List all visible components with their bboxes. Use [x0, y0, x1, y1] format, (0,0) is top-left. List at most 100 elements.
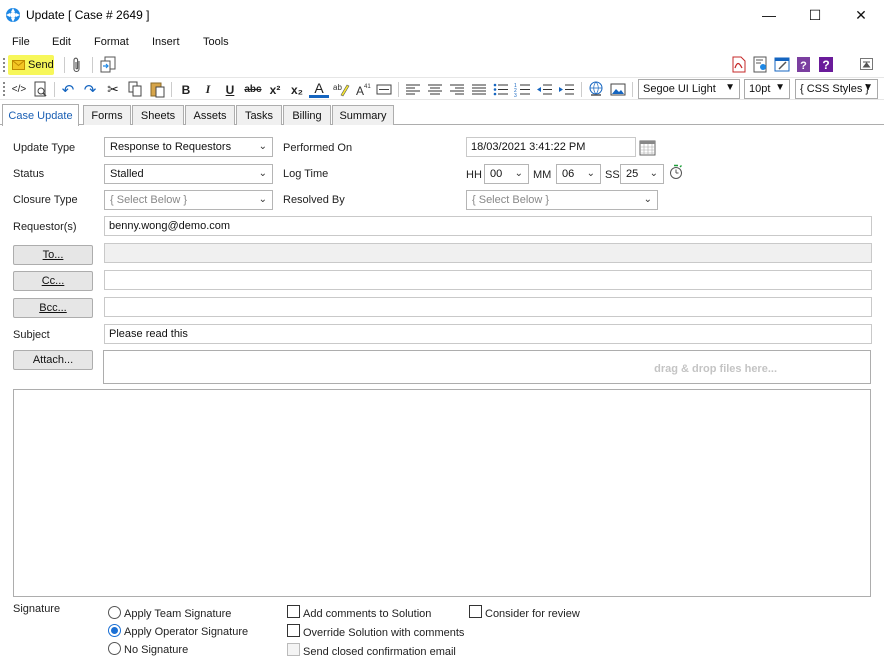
override-solution-label: Override Solution with comments [303, 627, 465, 639]
tab-billing[interactable]: Billing [283, 105, 331, 125]
strikethrough-icon[interactable]: abc [243, 80, 263, 99]
justify-icon[interactable] [469, 80, 489, 99]
bcc-button[interactable]: Bcc... [13, 298, 93, 318]
tab-assets[interactable]: Assets [185, 105, 235, 125]
css-styles-select[interactable]: { CSS Styles } ▼ [795, 79, 878, 99]
italic-icon[interactable]: I [198, 80, 218, 99]
checkbox-override-solution[interactable] [287, 624, 300, 637]
font-size-icon[interactable]: A 41 [353, 80, 373, 99]
font-size-value: 10pt [749, 83, 771, 95]
paste-icon[interactable] [148, 80, 168, 99]
radio-team-signature[interactable] [108, 606, 121, 619]
attachment-dropzone[interactable]: drag & drop files here... [103, 350, 871, 384]
indent-icon[interactable] [557, 80, 577, 99]
tab-sheets[interactable]: Sheets [132, 105, 184, 125]
toolbar-separator [171, 82, 172, 97]
bullet-list-icon[interactable] [491, 80, 511, 99]
cut-icon[interactable]: ✂ [103, 80, 123, 99]
closure-type-select[interactable]: { Select Below } ⌄ [104, 190, 273, 210]
tab-case-update[interactable]: Case Update [2, 104, 79, 126]
menu-insert[interactable]: Insert [152, 36, 180, 48]
subject-field[interactable]: Please read this [104, 324, 872, 344]
align-center-icon[interactable] [425, 80, 445, 99]
cc-field[interactable] [104, 270, 872, 290]
resolved-by-select[interactable]: { Select Below } ⌄ [466, 190, 658, 210]
menu-bar: File Edit Format Insert Tools [0, 33, 884, 53]
numbered-list-icon[interactable]: 1 2 3 [513, 80, 533, 99]
svg-text:3: 3 [514, 93, 517, 99]
toolbar-separator [64, 57, 65, 73]
calendar-icon[interactable] [639, 139, 656, 156]
toolbar-separator [54, 82, 55, 97]
font-color-icon[interactable]: A [309, 80, 329, 98]
knowledge-icon[interactable] [753, 56, 769, 73]
font-family-select[interactable]: Segoe UI Light ▼ [638, 79, 740, 99]
performed-on-label: Performed On [283, 142, 353, 154]
tab-summary[interactable]: Summary [332, 105, 394, 125]
status-select[interactable]: Stalled ⌄ [104, 164, 273, 184]
dropzone-hint: drag & drop files here... [654, 363, 777, 375]
faq-icon[interactable]: ? [796, 56, 812, 73]
align-left-icon[interactable] [403, 80, 423, 99]
menu-file[interactable]: File [12, 36, 30, 48]
align-right-icon[interactable] [447, 80, 467, 99]
chevron-down-icon: ⌄ [514, 168, 523, 179]
source-code-icon[interactable]: </> [9, 80, 29, 99]
font-size-select[interactable]: 10pt ▼ [744, 79, 790, 99]
timer-icon[interactable] [669, 163, 685, 180]
cc-button[interactable]: Cc... [13, 271, 93, 291]
pdf-icon[interactable] [731, 56, 747, 73]
horizontal-rule-icon[interactable] [374, 80, 394, 99]
image-icon[interactable] [608, 80, 628, 99]
resolved-by-label: Resolved By [283, 194, 345, 206]
tab-tasks[interactable]: Tasks [236, 105, 282, 125]
link-icon[interactable] [586, 80, 606, 99]
collapse-toolbar-icon[interactable] [860, 58, 873, 70]
menu-edit[interactable]: Edit [52, 36, 71, 48]
title-bar: Update [ Case # 2649 ] — ☐ ✕ [0, 0, 884, 30]
performed-on-input[interactable]: 18/03/2021 3:41:22 PM [466, 137, 636, 157]
radio-operator-signature[interactable] [108, 624, 121, 637]
subscript-icon[interactable]: x₂ [287, 80, 307, 99]
send-button[interactable]: Send [8, 55, 54, 75]
help-icon[interactable]: ? [818, 56, 834, 73]
format-toolbar: </> ↶ ↷ ✂ B I U abc x² x₂ A ab A 41 1 2 … [0, 77, 884, 100]
requestors-field[interactable]: benny.wong@demo.com [104, 216, 872, 236]
hh-value: 00 [490, 168, 503, 180]
chevron-down-icon: ▼ [863, 82, 873, 93]
svg-text:41: 41 [364, 84, 371, 90]
menu-tools[interactable]: Tools [203, 36, 229, 48]
copy-icon[interactable] [125, 80, 145, 99]
no-signature-label: No Signature [124, 644, 189, 656]
checkbox-send-closed[interactable] [287, 643, 300, 656]
attach-button[interactable]: Attach... [13, 350, 93, 370]
outdent-icon[interactable] [535, 80, 555, 99]
checkbox-consider-review[interactable] [469, 605, 482, 618]
minimize-icon[interactable]: — [746, 0, 792, 30]
maximize-icon[interactable]: ☐ [792, 0, 838, 30]
paperclip-icon[interactable] [72, 57, 82, 73]
update-type-select[interactable]: Response to Requestors ⌄ [104, 137, 273, 157]
underline-icon[interactable]: U [220, 80, 240, 99]
close-icon[interactable]: ✕ [838, 0, 884, 30]
superscript-icon[interactable]: x² [265, 80, 285, 99]
preview-icon[interactable] [31, 80, 51, 99]
checkbox-add-comments[interactable] [287, 605, 300, 618]
form-edit-icon[interactable] [774, 56, 791, 73]
redo-icon[interactable]: ↷ [80, 80, 100, 99]
chevron-down-icon: ⌄ [649, 168, 658, 179]
copy-case-icon[interactable] [100, 56, 117, 73]
radio-no-signature[interactable] [108, 642, 121, 655]
bold-icon[interactable]: B [176, 80, 196, 99]
hh-select[interactable]: 00 ⌄ [484, 164, 529, 184]
message-editor[interactable] [13, 389, 871, 597]
bcc-field[interactable] [104, 297, 872, 317]
to-button[interactable]: To... [13, 245, 93, 265]
tab-forms[interactable]: Forms [83, 105, 131, 125]
ss-select[interactable]: 25 ⌄ [620, 164, 664, 184]
mm-select[interactable]: 06 ⌄ [556, 164, 601, 184]
svg-text:ab: ab [333, 83, 342, 92]
highlight-icon[interactable]: ab [331, 80, 351, 99]
undo-icon[interactable]: ↶ [58, 80, 78, 99]
menu-format[interactable]: Format [94, 36, 129, 48]
